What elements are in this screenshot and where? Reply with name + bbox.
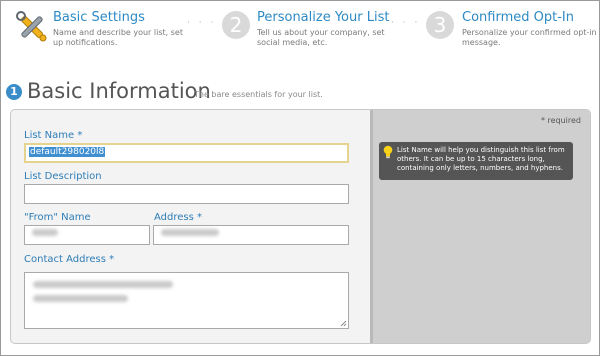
- step-1-title: Basic Settings: [53, 10, 145, 25]
- redacted-text: [32, 229, 58, 236]
- redacted-text: [33, 295, 128, 302]
- section-number-badge: 1: [6, 84, 22, 100]
- list-name-input[interactable]: default298020l8: [24, 143, 349, 163]
- list-description-label: List Description: [24, 171, 102, 182]
- section-title: Basic Information: [27, 79, 211, 103]
- list-name-value: default298020l8: [29, 147, 106, 157]
- step-separator: · · ·: [391, 18, 421, 28]
- resize-handle-icon[interactable]: [340, 320, 347, 327]
- wizard-step-1[interactable]: Basic Settings Name and describe your li…: [16, 10, 186, 53]
- help-tooltip-text: List Name will help you distinguish this…: [397, 146, 565, 172]
- tools-icon: [16, 11, 47, 42]
- redacted-text: [33, 281, 173, 288]
- contact-address-label: Contact Address *: [24, 254, 115, 265]
- required-note: * required: [540, 116, 581, 125]
- lightbulb-icon: [383, 145, 393, 159]
- from-name-input[interactable]: [24, 225, 150, 245]
- step-2-title: Personalize Your List: [257, 10, 390, 25]
- form-panel: List Name * default298020l8 List Descrip…: [10, 109, 591, 344]
- step-separator: · · ·: [187, 18, 217, 28]
- section-subtitle: The bare essentials for your list.: [194, 90, 323, 99]
- wizard-step-3[interactable]: 3 Confirmed Opt-In Personalize your conf…: [426, 10, 597, 53]
- step-3-title: Confirmed Opt-In: [462, 10, 574, 25]
- help-tooltip: List Name will help you distinguish this…: [379, 142, 573, 180]
- step-1-description: Name and describe your list, set up noti…: [53, 28, 183, 47]
- step-2-number: 2: [222, 11, 250, 39]
- list-name-label: List Name *: [24, 130, 83, 141]
- contact-address-textarea[interactable]: [24, 272, 349, 329]
- address-input[interactable]: [153, 225, 349, 245]
- redacted-text: [161, 229, 219, 236]
- step-2-description: Tell us about your company, set social m…: [257, 28, 385, 47]
- step-3-number: 3: [426, 11, 454, 39]
- address-label: Address *: [154, 212, 203, 223]
- help-sidebar: * required List Name will help you disti…: [370, 110, 590, 343]
- wizard-step-2[interactable]: 2 Personalize Your List Tell us about yo…: [222, 10, 392, 53]
- step-3-description: Personalize your confirmed opt-in messag…: [462, 28, 597, 47]
- wizard-frame: Basic Settings Name and describe your li…: [0, 0, 600, 356]
- from-name-label: "From" Name: [24, 212, 91, 223]
- list-description-input[interactable]: [24, 184, 349, 204]
